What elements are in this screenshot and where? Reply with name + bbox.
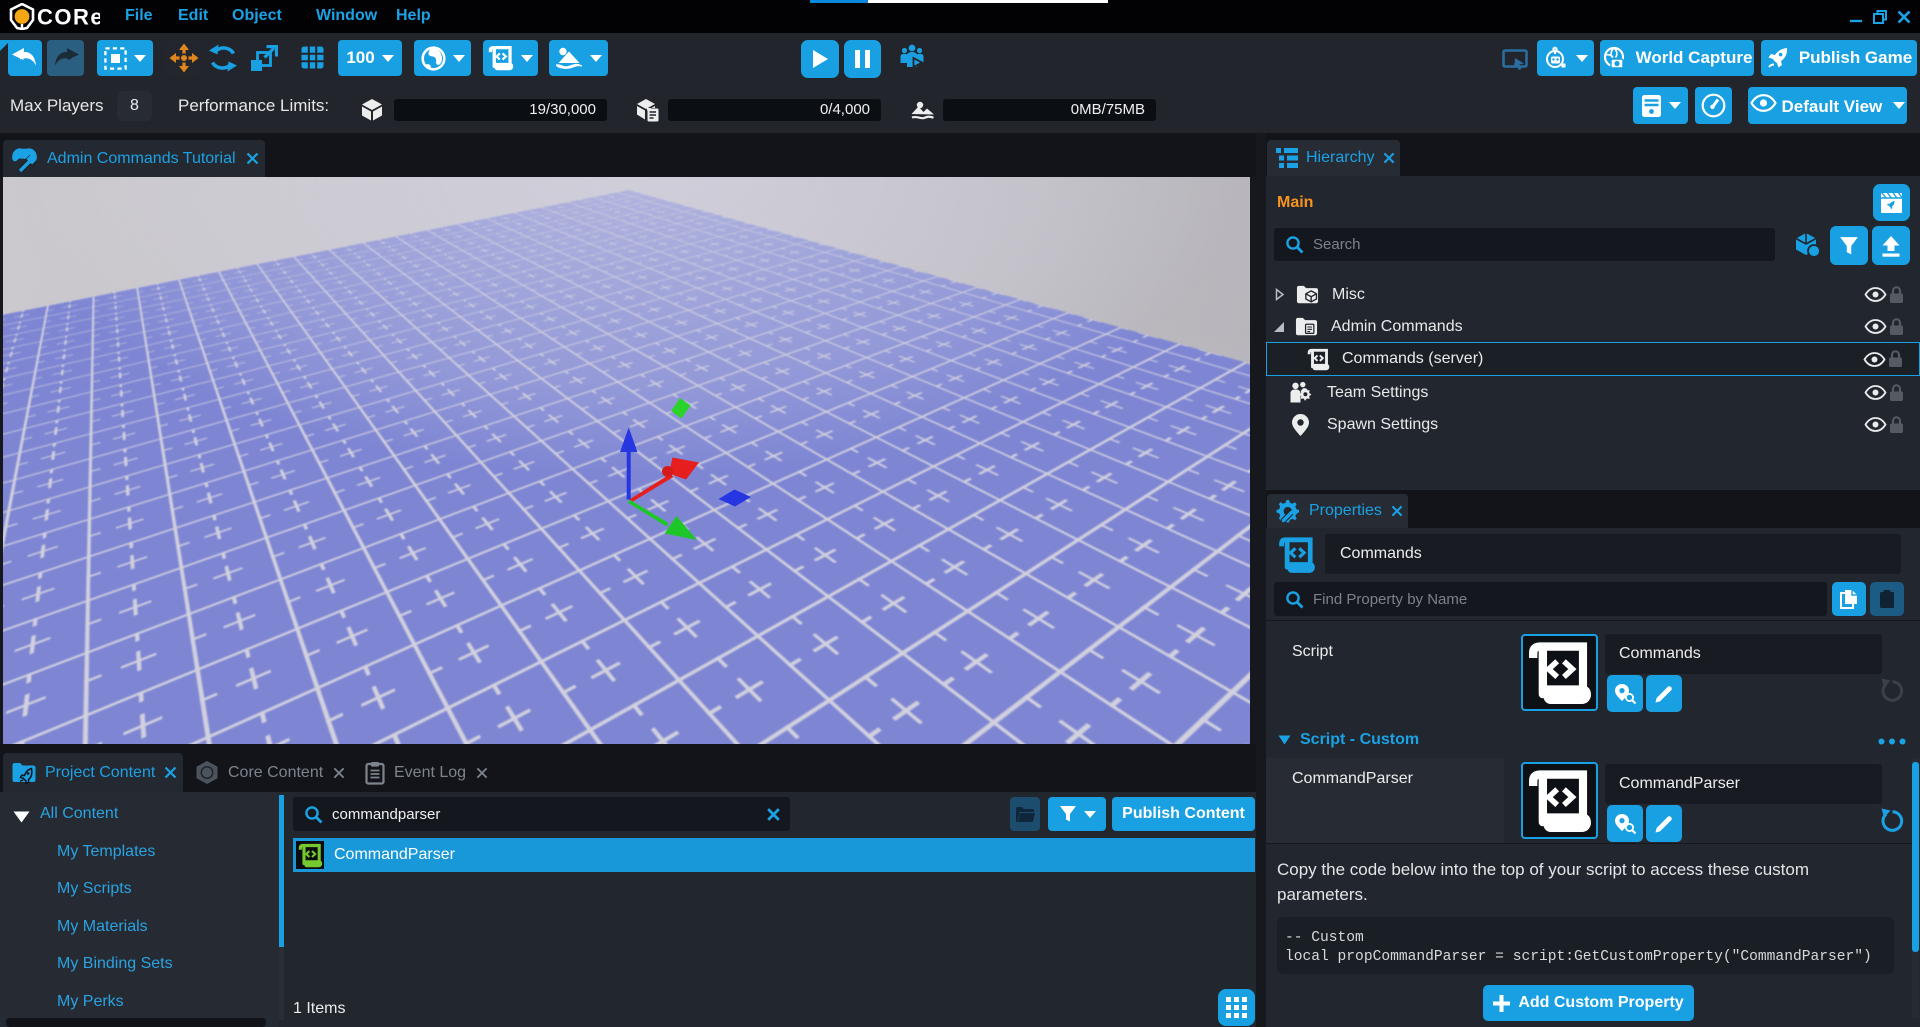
svg-text:CORe: CORe <box>37 5 100 30</box>
